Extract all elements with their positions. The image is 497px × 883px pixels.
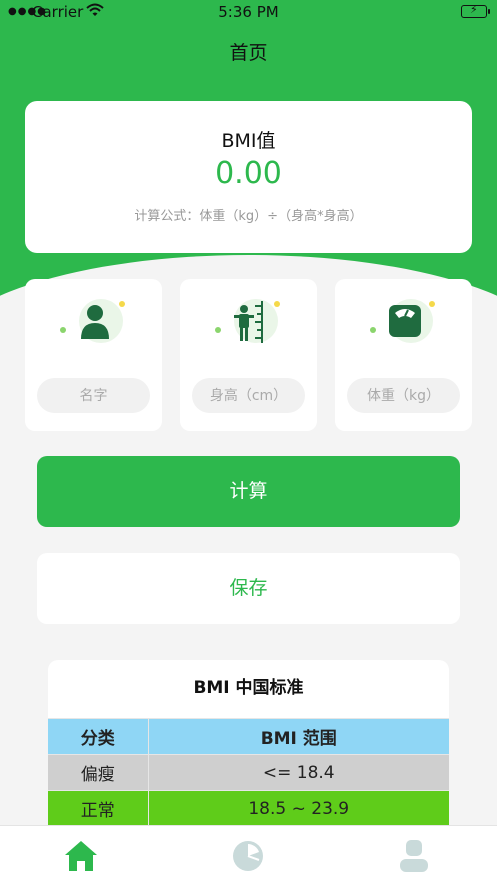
person-icon [57,297,129,349]
table-row: 偏瘦 <= 18.4 [48,754,449,791]
weight-input-card [335,279,472,431]
scale-icon [367,297,439,349]
name-input-card [25,279,162,431]
save-button[interactable]: 保存 [37,553,460,624]
page-title: 首页 [229,42,268,64]
bmi-value: 0.00 [215,156,282,191]
user-icon [400,840,428,872]
calculate-button[interactable]: 计算 [37,456,460,527]
table-header-row: 分类 BMI 范围 [48,718,449,755]
bmi-label: BMI值 [221,130,276,152]
height-input-card [180,279,317,431]
tab-profile[interactable] [396,838,436,878]
row-category: 正常 [48,790,149,826]
table-title: BMI 中国标准 [193,678,304,698]
header-range: BMI 范围 [148,718,449,755]
status-bar: ●●●● Carrier 5:36 PM ⚡ [0,0,497,26]
bmi-standard-table: 分类 BMI 范围 偏瘦 <= 18.4 正常 18.5 ~ 23.9 [48,718,449,826]
home-icon [65,841,97,871]
height-field[interactable] [192,378,305,413]
pie-chart-icon [233,841,263,871]
battery-icon: ⚡ [461,3,490,18]
tab-home[interactable] [63,838,103,878]
bmi-formula: 计算公式：体重（kg）÷（身高*身高） [134,209,363,224]
name-field[interactable] [37,378,150,413]
height-icon [212,297,284,349]
tab-bar [0,825,497,883]
table-row: 正常 18.5 ~ 23.9 [48,790,449,826]
bmi-standard-table-card: BMI 中国标准 分类 BMI 范围 偏瘦 <= 18.4 正常 18.5 ~ … [48,660,449,826]
row-range: 18.5 ~ 23.9 [148,790,449,826]
row-category: 偏瘦 [48,754,149,791]
row-range: <= 18.4 [148,754,449,791]
status-time: 5:36 PM [218,3,279,21]
bmi-result-card: BMI值 0.00 计算公式：体重（kg）÷（身高*身高） [25,101,472,253]
tab-stats[interactable] [230,838,270,878]
weight-field[interactable] [347,378,460,413]
header-category: 分类 [48,718,149,755]
